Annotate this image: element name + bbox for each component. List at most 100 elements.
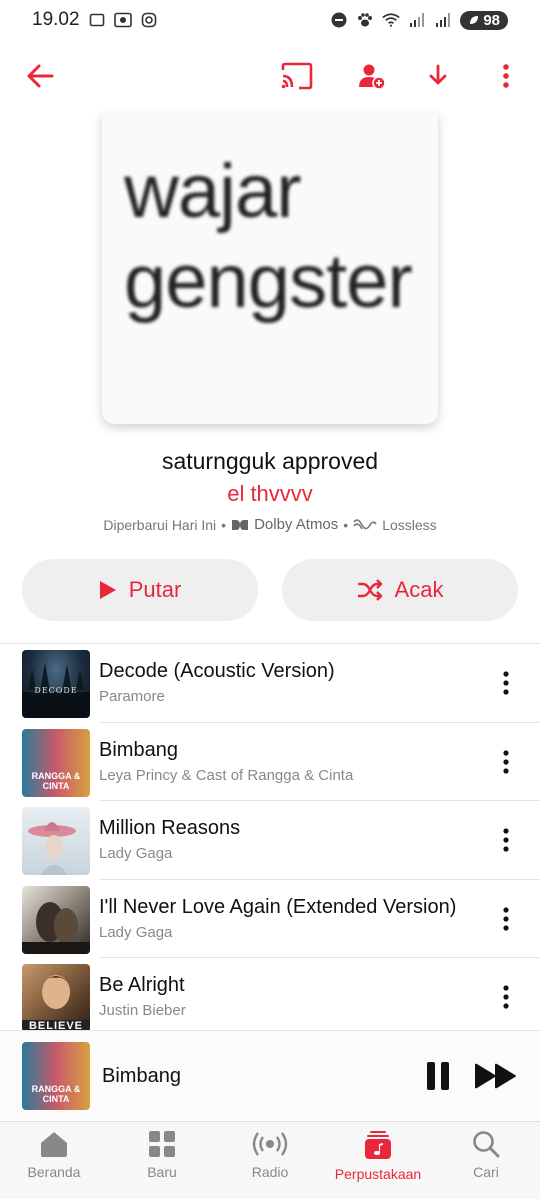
battery-indicator: 98 bbox=[460, 10, 508, 30]
dolby-atmos-label: Dolby Atmos bbox=[254, 516, 339, 533]
tab-label: Baru bbox=[147, 1164, 177, 1180]
status-time: 19.02 bbox=[32, 9, 80, 30]
shuffle-button[interactable]: Acak bbox=[282, 559, 518, 621]
track-artwork-text: RANGGA & CINTA bbox=[31, 770, 81, 791]
more-vertical-icon bbox=[503, 749, 509, 774]
track-more-button[interactable] bbox=[494, 982, 518, 1012]
more-vertical-icon bbox=[503, 671, 509, 695]
paw-icon bbox=[356, 11, 374, 29]
shuffle-icon bbox=[357, 579, 382, 601]
track-artwork-bimbang: RANGGA & CINTA bbox=[22, 728, 90, 797]
screenshot-notification-icon bbox=[88, 11, 106, 29]
home-icon bbox=[41, 1132, 67, 1157]
more-vertical-icon bbox=[503, 906, 509, 931]
track-title: I'll Never Love Again (Extended Version) bbox=[99, 895, 457, 918]
playlist-meta: Diperbarui Hari Ini • Dolby Atmos • Loss… bbox=[0, 516, 540, 533]
track-artist: Paramore bbox=[99, 688, 165, 705]
tab-beranda[interactable]: Beranda bbox=[4, 1130, 104, 1180]
track-title: Bimbang bbox=[99, 738, 178, 761]
battery-leaf-icon bbox=[470, 16, 479, 24]
playlist-artwork: wajar gengster bbox=[102, 112, 438, 424]
library-icon bbox=[365, 1131, 391, 1159]
track-artwork-decode: DECODE bbox=[22, 650, 90, 718]
wifi-icon bbox=[382, 11, 401, 29]
now-playing-artwork: RANGGA & CINTA bbox=[22, 1042, 90, 1110]
updated-text: Diperbarui Hari Ini bbox=[103, 516, 217, 533]
radio-icon bbox=[252, 1132, 288, 1156]
signal-icon-2 bbox=[434, 11, 452, 29]
pause-button[interactable] bbox=[424, 1059, 452, 1093]
track-artwork-star-is-born bbox=[22, 885, 90, 954]
photo-notification-icon bbox=[113, 11, 132, 29]
cast-icon bbox=[281, 62, 313, 90]
track-artist: Justin Bieber bbox=[99, 1002, 186, 1019]
more-options-button[interactable] bbox=[488, 58, 524, 94]
tab-bar: Beranda Baru Radio Perpustakaan Cari bbox=[0, 1121, 540, 1199]
tab-perpustakaan[interactable]: Perpustakaan bbox=[328, 1130, 428, 1182]
more-vertical-icon bbox=[503, 828, 509, 852]
tab-label: Cari bbox=[473, 1164, 499, 1180]
search-icon bbox=[473, 1131, 500, 1158]
track-row[interactable]: DECODE Decode (Acoustic Version) Paramor… bbox=[0, 644, 540, 723]
lossless-icon bbox=[353, 518, 377, 529]
track-more-button[interactable] bbox=[494, 747, 518, 777]
track-more-button[interactable] bbox=[494, 668, 518, 698]
play-icon bbox=[99, 581, 116, 599]
track-list: DECODE Decode (Acoustic Version) Paramor… bbox=[0, 643, 540, 1037]
top-bar bbox=[0, 52, 540, 100]
shuffle-button-label: Acak bbox=[394, 577, 444, 602]
meta-separator-2: • bbox=[343, 516, 349, 533]
tab-cari[interactable]: Cari bbox=[436, 1130, 536, 1180]
tab-label: Beranda bbox=[27, 1164, 81, 1180]
artwork-text-line2: gengster bbox=[124, 239, 413, 324]
track-more-button[interactable] bbox=[494, 825, 518, 855]
fast-forward-icon bbox=[475, 1063, 516, 1089]
meta-separator: • bbox=[221, 516, 227, 533]
skip-forward-button[interactable] bbox=[474, 1059, 518, 1093]
playlist-title: saturngguk approved bbox=[161, 448, 379, 474]
track-row[interactable]: RANGGA & CINTA Bimbang Leya Princy & Cas… bbox=[0, 723, 540, 801]
status-bar: 19.02 98 bbox=[0, 0, 540, 40]
track-artist: Lady Gaga bbox=[99, 923, 173, 941]
more-vertical-icon bbox=[503, 985, 509, 1009]
instagram-notification-icon bbox=[140, 11, 158, 29]
track-artwork-believe: BELIEVE bbox=[22, 964, 90, 1032]
arrow-left-icon bbox=[27, 64, 54, 88]
do-not-disturb-icon bbox=[330, 11, 348, 29]
track-title: Million Reasons bbox=[99, 817, 241, 839]
track-title: Decode (Acoustic Version) bbox=[99, 660, 335, 682]
dolby-icon bbox=[232, 519, 249, 530]
track-title: Be Alright bbox=[99, 974, 185, 996]
track-artist: Lady Gaga bbox=[99, 845, 173, 862]
tab-label: Perpustakaan bbox=[334, 1166, 422, 1182]
track-artwork-text: DECODE bbox=[34, 686, 78, 695]
lossless-label: Lossless bbox=[382, 516, 437, 533]
add-collaborator-button[interactable] bbox=[354, 58, 390, 94]
add-person-icon bbox=[359, 64, 386, 90]
playlist-owner[interactable]: el thvvvv bbox=[0, 481, 540, 507]
play-button[interactable]: Putar bbox=[22, 559, 258, 621]
mini-player[interactable]: RANGGA & CINTA Bimbang bbox=[0, 1030, 540, 1120]
cast-button[interactable] bbox=[279, 58, 315, 94]
tab-radio[interactable]: Radio bbox=[220, 1130, 320, 1180]
download-arrow-icon bbox=[429, 64, 447, 85]
track-artist: Leya Princy & Cast of Rangga & Cinta bbox=[99, 766, 354, 784]
artwork-text-line1: wajar bbox=[124, 149, 302, 234]
back-button[interactable] bbox=[22, 58, 58, 94]
now-playing-artwork-text: RANGGA & CINTA bbox=[31, 1084, 81, 1104]
track-row[interactable]: BELIEVE Be Alright Justin Bieber bbox=[0, 958, 540, 1037]
play-button-label: Putar bbox=[128, 577, 182, 602]
track-row[interactable]: Million Reasons Lady Gaga bbox=[0, 801, 540, 880]
grid-icon bbox=[149, 1131, 175, 1157]
track-artwork-million-reasons bbox=[22, 807, 90, 875]
signal-icon-1 bbox=[408, 11, 426, 29]
tab-label: Radio bbox=[251, 1164, 289, 1180]
now-playing-title: Bimbang bbox=[102, 1065, 181, 1087]
tab-baru[interactable]: Baru bbox=[112, 1130, 212, 1180]
download-button[interactable] bbox=[420, 58, 456, 94]
more-vertical-icon bbox=[503, 64, 509, 88]
track-row[interactable]: I'll Never Love Again (Extended Version)… bbox=[0, 880, 540, 958]
pause-icon bbox=[427, 1062, 449, 1090]
track-more-button[interactable] bbox=[494, 904, 518, 934]
battery-level: 98 bbox=[483, 11, 500, 29]
